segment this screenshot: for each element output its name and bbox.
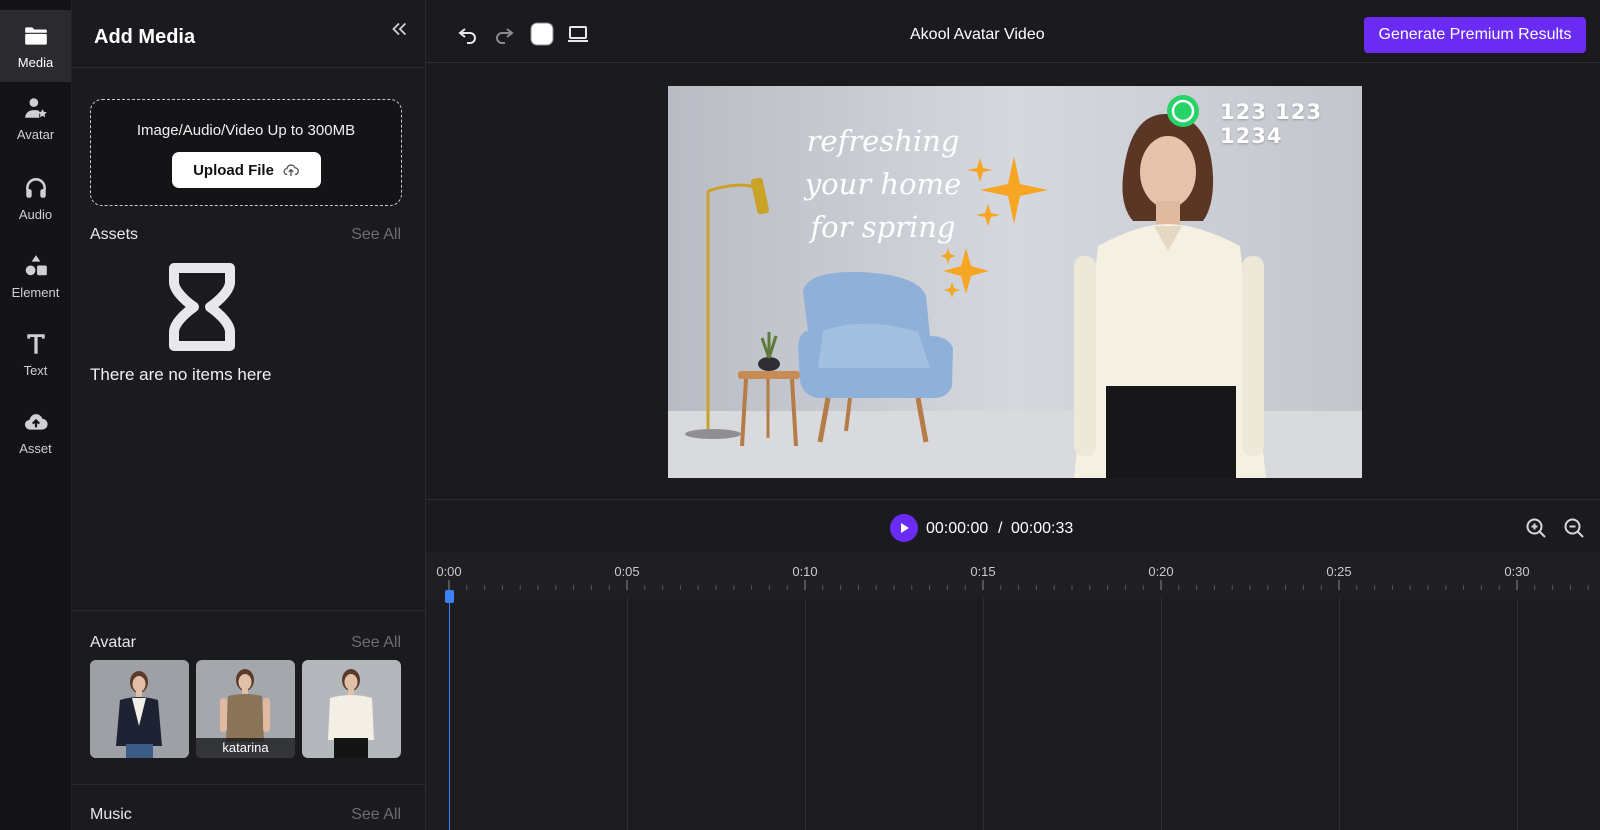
avatar-thumb[interactable] bbox=[90, 660, 189, 758]
hourglass-icon bbox=[169, 263, 235, 351]
text-t-icon bbox=[26, 333, 45, 354]
current-time: 00:00:00 bbox=[926, 520, 989, 537]
shapes-icon bbox=[25, 254, 47, 275]
zoom-out-icon[interactable] bbox=[1562, 516, 1586, 540]
time-separator: / bbox=[998, 520, 1003, 537]
aspect-ratio-laptop-icon[interactable] bbox=[566, 22, 590, 46]
background-color-swatch-icon[interactable] bbox=[530, 22, 554, 46]
avatar-thumb-label: katarina bbox=[196, 738, 295, 758]
playhead-handle[interactable] bbox=[445, 590, 454, 603]
user-star-icon bbox=[24, 97, 47, 118]
zoom-in-icon[interactable] bbox=[1524, 516, 1548, 540]
section-divider bbox=[72, 610, 426, 611]
play-button[interactable] bbox=[890, 514, 918, 542]
rail-item-element[interactable]: Element bbox=[0, 240, 71, 312]
canvas-stage: 123 123 1234 refreshing your home for sp… bbox=[426, 64, 1600, 499]
upload-file-button[interactable]: Upload File bbox=[172, 152, 321, 188]
redo-icon[interactable] bbox=[492, 22, 516, 46]
timeline-panel: 00:00:00 / 00:00:33 0:00 0:05 0:10 0:15 … bbox=[426, 499, 1600, 830]
timeline-ruler[interactable]: 0:00 0:05 0:10 0:15 0:20 0:25 0:30 bbox=[426, 552, 1600, 598]
rail-item-label: Audio bbox=[18, 206, 53, 222]
editor-toolbar: Akool Avatar Video Generate Premium Resu… bbox=[426, 0, 1600, 63]
rail-item-label: Text bbox=[23, 362, 48, 378]
rail-item-avatar[interactable]: Avatar bbox=[0, 82, 71, 154]
rail-item-media[interactable]: Media bbox=[0, 10, 71, 82]
timeline-tracks[interactable] bbox=[426, 598, 1600, 830]
avatar-see-all-link[interactable]: See All bbox=[351, 634, 401, 652]
avatar-section-title: Avatar bbox=[90, 634, 136, 651]
rail-item-label: Asset bbox=[19, 440, 52, 456]
assets-see-all-link[interactable]: See All bbox=[351, 226, 401, 244]
music-see-all-link[interactable]: See All bbox=[351, 806, 401, 824]
upload-file-label: Upload File bbox=[193, 161, 274, 179]
cloud-upload-icon bbox=[24, 413, 48, 430]
rail-item-text[interactable]: Text bbox=[0, 318, 71, 390]
timeline-grid-line bbox=[627, 598, 628, 830]
add-media-panel: Add Media Image/Audio/Video Up to 300MB … bbox=[72, 0, 426, 830]
rail-item-label: Avatar bbox=[16, 126, 55, 142]
total-duration: 00:00:33 bbox=[1011, 520, 1074, 537]
music-section-title: Music bbox=[90, 806, 132, 823]
assets-section-title: Assets bbox=[90, 226, 139, 243]
timeline-grid-line bbox=[1339, 598, 1340, 830]
rail-item-asset[interactable]: Asset bbox=[0, 396, 71, 468]
avatar-image bbox=[302, 660, 401, 758]
panel-title: Add Media bbox=[94, 26, 196, 48]
canvas-overlay-text-line[interactable]: refreshing bbox=[793, 124, 973, 158]
rail-item-audio[interactable]: Audio bbox=[0, 162, 71, 234]
timeline-grid-line bbox=[983, 598, 984, 830]
headphones-icon bbox=[25, 177, 46, 198]
canvas-overlay-text-line[interactable]: for spring bbox=[793, 210, 973, 244]
timeline-grid-line bbox=[805, 598, 806, 830]
upload-hint: Image/Audio/Video Up to 300MB bbox=[136, 122, 356, 139]
timeline-grid-line bbox=[1517, 598, 1518, 830]
video-canvas[interactable]: 123 123 1234 refreshing your home for sp… bbox=[668, 86, 1362, 478]
panel-header: Add Media bbox=[72, 0, 426, 68]
undo-icon[interactable] bbox=[456, 22, 480, 46]
project-title[interactable]: Akool Avatar Video bbox=[910, 26, 1045, 44]
rail-item-label: Element bbox=[11, 284, 60, 300]
canvas-overlay-text-line[interactable]: your home bbox=[793, 167, 973, 201]
collapse-panel-icon[interactable] bbox=[388, 18, 410, 40]
section-divider bbox=[72, 784, 426, 785]
playhead-line bbox=[449, 590, 450, 830]
generate-premium-results-button[interactable]: Generate Premium Results bbox=[1364, 17, 1586, 53]
upload-dropzone[interactable]: Image/Audio/Video Up to 300MB Upload Fil… bbox=[90, 99, 402, 206]
canvas-phone-text[interactable]: 123 123 1234 bbox=[1220, 100, 1362, 148]
avatar-thumb-katarina[interactable]: katarina bbox=[196, 660, 295, 758]
avatar-thumb[interactable] bbox=[302, 660, 401, 758]
ruler-ticks bbox=[448, 580, 1589, 590]
play-icon bbox=[901, 523, 909, 533]
timeline-grid-line bbox=[1161, 598, 1162, 830]
cloud-upload-icon bbox=[283, 164, 299, 176]
avatar-image bbox=[90, 660, 189, 758]
assets-empty-text: There are no items here bbox=[90, 365, 272, 384]
left-nav-rail: Media Avatar Audio Element Text Asset bbox=[0, 0, 72, 830]
folder-icon bbox=[24, 26, 47, 45]
rail-item-label: Media bbox=[17, 54, 54, 70]
